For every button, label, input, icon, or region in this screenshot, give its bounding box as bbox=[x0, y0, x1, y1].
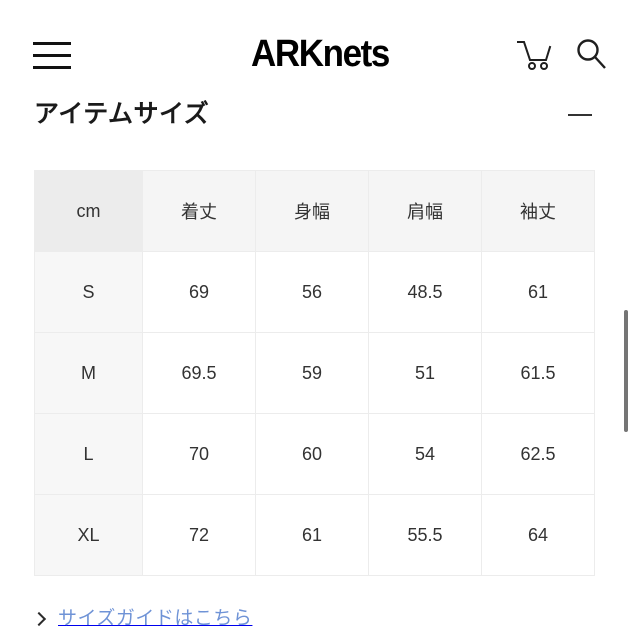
size-cell: 70 bbox=[142, 413, 256, 495]
table-column-header-0: 着丈 bbox=[142, 170, 256, 252]
size-guide-link-label: サイズガイドはこちら bbox=[58, 608, 253, 629]
size-cell: 61.5 bbox=[481, 332, 595, 414]
size-cell: 55.5 bbox=[368, 494, 482, 576]
size-cell: 56 bbox=[255, 251, 369, 333]
page-root: ARKnets アイテムサイズ cm 着丈 身幅 肩幅 袖丈 S 69 56 4… bbox=[0, 0, 640, 640]
page-title: アイテムサイズ bbox=[34, 100, 210, 128]
table-row: M 69.5 59 51 61.5 bbox=[34, 332, 595, 414]
size-cell: 48.5 bbox=[368, 251, 482, 333]
page-scrollbar[interactable] bbox=[624, 0, 640, 640]
section-header: アイテムサイズ bbox=[0, 94, 640, 142]
size-cell: 61 bbox=[255, 494, 369, 576]
size-cell: 54 bbox=[368, 413, 482, 495]
item-size-table: cm 着丈 身幅 肩幅 袖丈 S 69 56 48.5 61 M 69.5 59… bbox=[34, 170, 595, 576]
cart-icon[interactable] bbox=[516, 38, 552, 72]
table-row: S 69 56 48.5 61 bbox=[34, 251, 595, 333]
search-icon[interactable] bbox=[574, 37, 610, 73]
table-column-header-2: 肩幅 bbox=[368, 170, 482, 252]
table-column-header-3: 袖丈 bbox=[481, 170, 595, 252]
size-label: XL bbox=[34, 494, 143, 576]
scrollbar-thumb[interactable] bbox=[624, 310, 628, 432]
size-cell: 69 bbox=[142, 251, 256, 333]
size-cell: 51 bbox=[368, 332, 482, 414]
minus-bar bbox=[568, 114, 592, 116]
table-row: L 70 60 54 62.5 bbox=[34, 413, 595, 495]
size-label: L bbox=[34, 413, 143, 495]
size-guide-link[interactable]: サイズガイドはこちら bbox=[34, 608, 252, 630]
size-label: S bbox=[34, 251, 143, 333]
size-cell: 64 bbox=[481, 494, 595, 576]
size-cell: 69.5 bbox=[142, 332, 256, 414]
table-column-header-1: 身幅 bbox=[255, 170, 369, 252]
size-cell: 60 bbox=[255, 413, 369, 495]
table-row: XL 72 61 55.5 64 bbox=[34, 494, 595, 576]
size-cell: 62.5 bbox=[481, 413, 595, 495]
size-label: M bbox=[34, 332, 143, 414]
table-body: S 69 56 48.5 61 M 69.5 59 51 61.5 L 70 6… bbox=[34, 251, 595, 576]
table-header: cm 着丈 身幅 肩幅 袖丈 bbox=[34, 170, 595, 252]
table-unit-header: cm bbox=[34, 170, 143, 252]
size-cell: 59 bbox=[255, 332, 369, 414]
table-header-row: cm 着丈 身幅 肩幅 袖丈 bbox=[34, 170, 595, 252]
site-header: ARKnets bbox=[0, 0, 640, 90]
chevron-right-icon bbox=[34, 611, 44, 627]
size-cell: 61 bbox=[481, 251, 595, 333]
collapse-minus-icon[interactable] bbox=[568, 94, 594, 134]
size-cell: 72 bbox=[142, 494, 256, 576]
